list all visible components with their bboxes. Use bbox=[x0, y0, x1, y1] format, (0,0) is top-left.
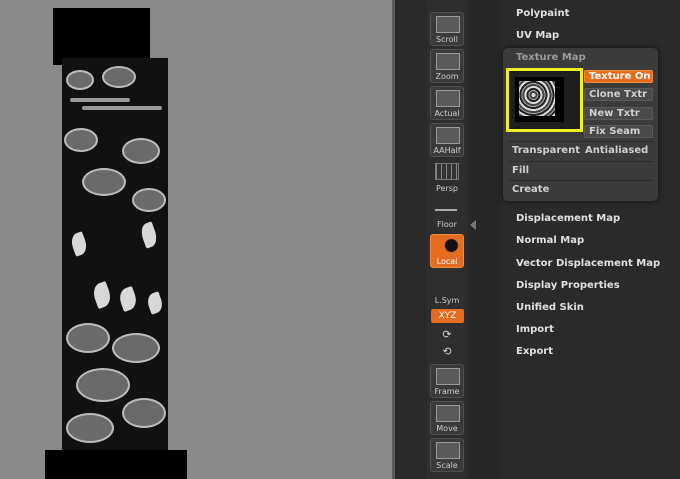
persp-button[interactable]: Persp bbox=[430, 160, 464, 194]
transparent-toggle[interactable]: Transparent bbox=[512, 145, 580, 156]
zoom-icon bbox=[436, 53, 460, 70]
cloud-carving bbox=[66, 323, 110, 353]
create-button[interactable]: Create bbox=[512, 184, 549, 195]
aahalf-icon bbox=[436, 127, 460, 144]
fix-seam-button[interactable]: Fix Seam bbox=[584, 125, 653, 138]
normal-map-menu[interactable]: Normal Map bbox=[516, 235, 584, 246]
persp-icon bbox=[435, 163, 459, 180]
rotate-alt-icon[interactable]: ⟲ bbox=[440, 345, 454, 358]
fill-button[interactable]: Fill bbox=[512, 165, 529, 176]
displacement-map-menu[interactable]: Displacement Map bbox=[516, 213, 620, 224]
flame-carving bbox=[116, 285, 140, 313]
divider bbox=[508, 141, 653, 142]
flame-carving bbox=[68, 231, 90, 257]
cloud-carving bbox=[82, 168, 126, 196]
actual-icon bbox=[436, 90, 460, 107]
cloud-carving bbox=[102, 66, 136, 88]
antialiased-toggle[interactable]: Antialiased bbox=[585, 145, 648, 156]
uv-map-menu[interactable]: UV Map bbox=[516, 30, 559, 41]
actual-button[interactable]: Actual bbox=[430, 86, 464, 120]
display-properties-menu[interactable]: Display Properties bbox=[516, 280, 620, 291]
floor-button[interactable]: Floor bbox=[430, 196, 464, 230]
collapse-arrow-icon[interactable] bbox=[470, 220, 476, 230]
popup-title: Texture Map bbox=[516, 52, 586, 63]
frame-button[interactable]: Frame bbox=[430, 364, 464, 398]
divider bbox=[508, 180, 653, 181]
cloud-carving bbox=[112, 333, 160, 363]
pillar-capital bbox=[53, 8, 150, 65]
zoom-button[interactable]: Zoom bbox=[430, 49, 464, 83]
clone-txtr-button[interactable]: Clone Txtr bbox=[584, 88, 653, 101]
cloud-carving bbox=[66, 413, 114, 443]
local-icon bbox=[436, 238, 458, 253]
carved-dragon-pillar bbox=[62, 58, 168, 453]
floor-icon bbox=[435, 199, 457, 211]
scroll-button[interactable]: Scroll bbox=[430, 12, 464, 46]
xyz-symmetry-button[interactable]: XYZ bbox=[431, 309, 464, 323]
divider bbox=[508, 161, 653, 162]
move-icon bbox=[436, 405, 460, 422]
cloud-carving bbox=[132, 188, 166, 212]
polypaint-menu[interactable]: Polypaint bbox=[516, 8, 569, 19]
move-button[interactable]: Move bbox=[430, 401, 464, 435]
new-txtr-button[interactable]: New Txtr bbox=[584, 107, 653, 120]
pillar-base bbox=[45, 450, 187, 479]
texture-thumbnail[interactable] bbox=[506, 68, 583, 132]
cloud-carving bbox=[66, 70, 94, 90]
texture-image bbox=[519, 81, 555, 116]
flame-carving bbox=[90, 280, 114, 310]
3d-viewport[interactable] bbox=[0, 0, 392, 479]
lsym-icon bbox=[435, 275, 457, 290]
export-menu[interactable]: Export bbox=[516, 346, 553, 357]
rotate-icon[interactable]: ⟳ bbox=[440, 328, 454, 341]
import-menu[interactable]: Import bbox=[516, 324, 554, 335]
cloud-carving bbox=[64, 128, 98, 152]
texture-preview bbox=[515, 77, 564, 122]
vector-displacement-map-menu[interactable]: Vector Displacement Map bbox=[516, 258, 660, 269]
scroll-icon bbox=[436, 16, 460, 33]
scale-icon bbox=[436, 442, 460, 459]
viewport-border bbox=[392, 0, 395, 479]
aahalf-button[interactable]: AAHalf bbox=[430, 123, 464, 157]
frame-icon bbox=[436, 368, 460, 385]
carved-band bbox=[70, 98, 130, 102]
lsym-button[interactable]: L.Sym bbox=[430, 272, 464, 306]
dragon-head-carving bbox=[122, 138, 160, 164]
dragon-body-carving bbox=[76, 368, 130, 402]
texture-on-button[interactable]: Texture On bbox=[584, 70, 653, 83]
shelf-gutter bbox=[470, 0, 500, 479]
flame-carving bbox=[138, 221, 160, 249]
flame-carving bbox=[145, 291, 165, 315]
unified-skin-menu[interactable]: Unified Skin bbox=[516, 302, 584, 313]
cloud-carving bbox=[122, 398, 166, 428]
carved-band bbox=[82, 106, 162, 110]
scale-button[interactable]: Scale bbox=[430, 438, 464, 472]
local-button[interactable]: Local bbox=[430, 234, 464, 268]
texture-map-popup: Texture Map Texture On Clone Txtr New Tx… bbox=[503, 48, 658, 201]
